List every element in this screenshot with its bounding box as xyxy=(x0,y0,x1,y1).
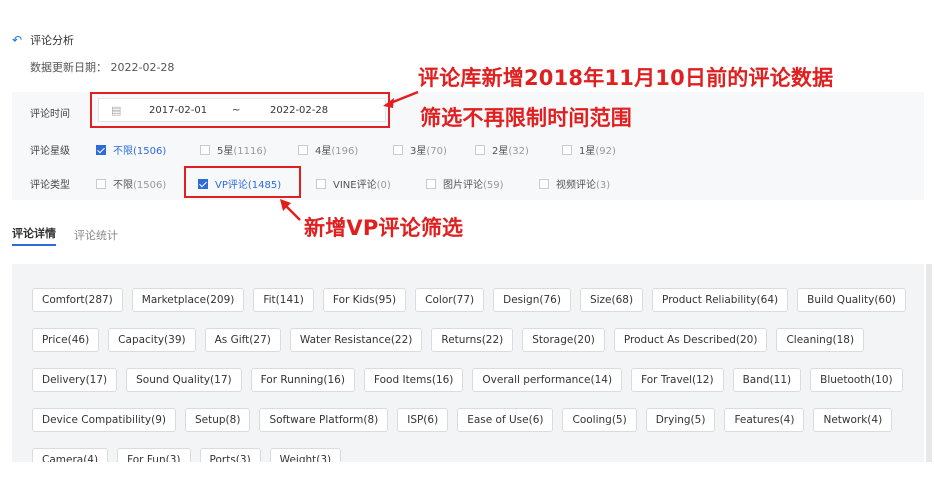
tag-chip[interactable]: Ease of Use(6) xyxy=(457,408,554,432)
tag-chip[interactable]: Product Reliability(64) xyxy=(652,288,789,312)
rating-option-5-star[interactable]: 5星(1116) xyxy=(200,142,267,157)
checkbox[interactable] xyxy=(316,178,326,189)
checkbox[interactable] xyxy=(539,178,549,189)
tag-chip[interactable]: Bluetooth(10) xyxy=(810,368,903,392)
tag-list: Comfort(287) Marketplace(209) Fit(141) For … xyxy=(32,288,912,462)
rating-option-1-star[interactable]: 1星(92) xyxy=(562,142,616,157)
checkbox[interactable] xyxy=(200,144,210,155)
tag-chip[interactable]: ISP(6) xyxy=(397,408,449,432)
checkbox[interactable] xyxy=(426,178,436,189)
annotation-line-2: 筛选不再限制时间范围 xyxy=(420,106,632,130)
back-arrow-icon: ↶ xyxy=(12,33,23,47)
checkbox[interactable] xyxy=(475,144,485,155)
filter-rating-label: 评论星级 xyxy=(30,146,70,157)
tag-chip[interactable]: Band(11) xyxy=(732,368,802,392)
tab-review-details[interactable]: 评论详情 xyxy=(12,225,56,246)
tag-chip[interactable]: Sound Quality(17) xyxy=(126,368,242,392)
annotation-line-3: 新增VP评论筛选 xyxy=(304,216,464,240)
type-option-video[interactable]: 视频评论(3) xyxy=(539,176,610,191)
tag-chip[interactable]: Product As Described(20) xyxy=(613,328,768,352)
tag-chip[interactable]: Ports(3) xyxy=(199,448,261,462)
update-date: 数据更新日期： 2022-02-28 xyxy=(30,61,175,74)
tab-bar: 评论详情 评论统计 xyxy=(12,225,118,246)
tag-chip[interactable]: Food Items(16) xyxy=(363,368,464,392)
rating-option-2-star[interactable]: 2星(32) xyxy=(475,142,529,157)
tag-chip[interactable]: Setup(8) xyxy=(185,408,251,432)
tag-chip[interactable]: For Kids(95) xyxy=(322,288,407,312)
checkbox[interactable] xyxy=(393,144,403,155)
checkbox[interactable] xyxy=(96,178,106,189)
tag-chip[interactable]: For Travel(12) xyxy=(631,368,724,392)
tag-chip[interactable]: Fit(141) xyxy=(253,288,314,312)
tag-chip[interactable]: Size(68) xyxy=(579,288,644,312)
rating-option-all[interactable]: 不限(1506) xyxy=(96,142,166,157)
back-link[interactable]: ↶ 评论分析 xyxy=(12,32,74,48)
filter-type-label: 评论类型 xyxy=(30,180,70,191)
checkbox[interactable] xyxy=(562,144,572,155)
tag-chip[interactable]: Cooling(5) xyxy=(562,408,637,432)
filter-time-label: 评论时间 xyxy=(30,109,70,120)
tag-panel: Comfort(287) Marketplace(209) Fit(141) For … xyxy=(12,264,924,462)
annotation-arrow-icon xyxy=(383,90,419,108)
rating-option-3-star[interactable]: 3星(70) xyxy=(393,142,447,157)
annotation-arrow-vp-icon xyxy=(280,199,301,221)
tag-chip[interactable]: Capacity(39) xyxy=(108,328,196,352)
checkbox[interactable] xyxy=(96,144,106,155)
tag-chip[interactable]: Price(46) xyxy=(32,328,100,352)
tag-chip[interactable]: Weight(3) xyxy=(269,448,342,462)
tag-chip[interactable]: Software Platform(8) xyxy=(259,408,389,432)
tag-chip[interactable]: For Running(16) xyxy=(250,368,355,392)
tag-chip[interactable]: Build Quality(60) xyxy=(797,288,906,312)
type-option-vine[interactable]: VINE评论(0) xyxy=(316,176,391,191)
annotation-line-1: 评论库新增2018年11月10日前的评论数据 xyxy=(418,66,834,90)
type-option-image[interactable]: 图片评论(59) xyxy=(426,176,504,191)
checkbox[interactable] xyxy=(298,144,308,155)
tag-chip[interactable]: For Fun(3) xyxy=(117,448,191,462)
tag-chip[interactable]: Comfort(287) xyxy=(32,288,123,312)
tag-chip[interactable]: Color(77) xyxy=(415,288,485,312)
tag-chip[interactable]: Design(76) xyxy=(493,288,571,312)
tag-chip[interactable]: Delivery(17) xyxy=(32,368,118,392)
tab-review-stats[interactable]: 评论统计 xyxy=(74,227,118,246)
rating-option-4-star[interactable]: 4星(196) xyxy=(298,142,358,157)
tag-chip[interactable]: Drying(5) xyxy=(645,408,716,432)
highlight-box-date xyxy=(90,92,390,128)
type-option-all[interactable]: 不限(1506) xyxy=(96,176,166,191)
tag-chip[interactable]: As Gift(27) xyxy=(204,328,281,352)
tag-chip[interactable]: Returns(22) xyxy=(431,328,514,352)
page-title: 评论分析 xyxy=(30,34,75,47)
tag-chip[interactable]: Features(4) xyxy=(724,408,805,432)
tag-chip[interactable]: Camera(4) xyxy=(32,448,109,462)
tag-chip[interactable]: Device Compatibility(9) xyxy=(32,408,176,432)
bottom-strip xyxy=(0,462,934,478)
tag-chip[interactable]: Storage(20) xyxy=(522,328,605,352)
tag-chip[interactable]: Overall performance(14) xyxy=(472,368,623,392)
tag-chip[interactable]: Water Resistance(22) xyxy=(289,328,423,352)
tag-chip[interactable]: Network(4) xyxy=(813,408,893,432)
scrollbar[interactable] xyxy=(926,264,932,462)
tag-chip[interactable]: Marketplace(209) xyxy=(131,288,245,312)
highlight-box-vp xyxy=(184,166,301,198)
tag-chip[interactable]: Cleaning(18) xyxy=(776,328,865,352)
